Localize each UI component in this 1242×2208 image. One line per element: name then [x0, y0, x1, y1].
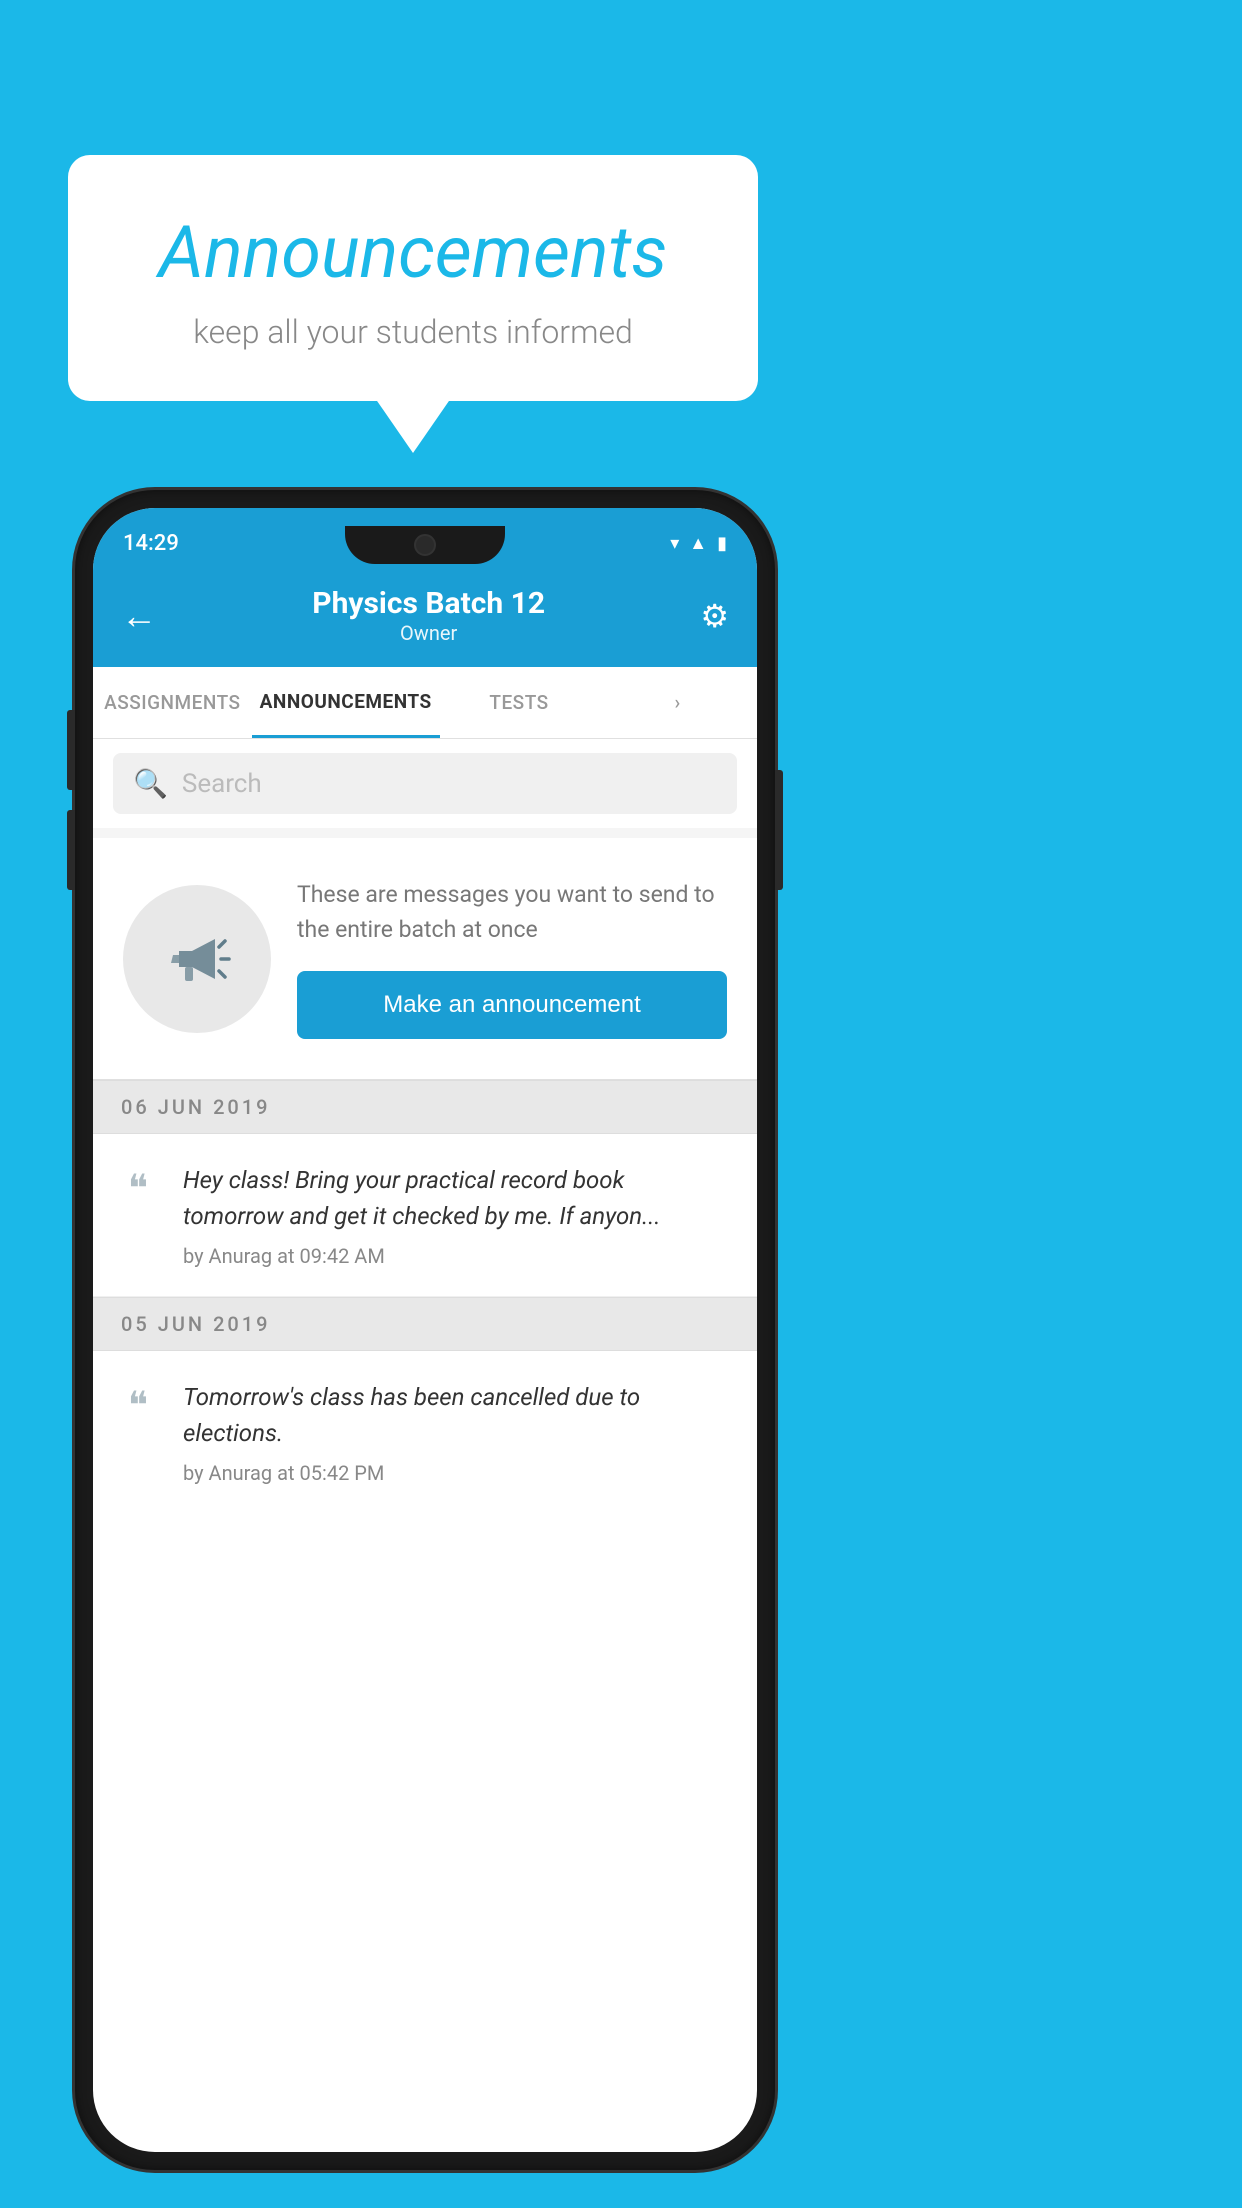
settings-icon[interactable]: ⚙ — [700, 597, 729, 635]
header-center: Physics Batch 12 Owner — [312, 586, 545, 645]
tab-bar: ASSIGNMENTS ANNOUNCEMENTS TESTS › — [93, 667, 757, 739]
tab-tests[interactable]: TESTS — [440, 667, 599, 738]
megaphone-circle — [123, 885, 271, 1033]
phone-frame: 14:29 ▾ ▲ ▮ ← Physics Batch 12 Owner ⚙ — [75, 490, 775, 2170]
date-separator-2: 05 JUN 2019 — [93, 1297, 757, 1351]
intro-description: These are messages you want to send to t… — [297, 878, 727, 947]
wifi-icon: ▾ — [670, 533, 679, 554]
volume-up-button — [67, 710, 75, 790]
phone-notch — [345, 526, 505, 564]
power-button — [775, 770, 783, 890]
intro-card: These are messages you want to send to t… — [93, 838, 757, 1080]
screen-content: 🔍 Search — [93, 739, 757, 1513]
announcement-content-1: Hey class! Bring your practical record b… — [183, 1162, 729, 1268]
phone-outer: 14:29 ▾ ▲ ▮ ← Physics Batch 12 Owner ⚙ — [75, 490, 775, 2170]
front-camera — [414, 534, 436, 556]
announcement-item-1[interactable]: ❝ Hey class! Bring your practical record… — [93, 1134, 757, 1297]
make-announcement-button[interactable]: Make an announcement — [297, 971, 727, 1039]
search-bar[interactable]: 🔍 Search — [113, 753, 737, 814]
announcement-meta-2: by Anurag at 05:42 PM — [183, 1461, 729, 1485]
search-icon: 🔍 — [133, 767, 168, 800]
status-icons: ▾ ▲ ▮ — [670, 533, 727, 554]
status-time: 14:29 — [123, 531, 179, 556]
date-separator-1: 06 JUN 2019 — [93, 1080, 757, 1134]
quote-icon-1: ❝ — [113, 1166, 163, 1211]
search-bar-container: 🔍 Search — [93, 739, 757, 828]
megaphone-icon — [157, 919, 237, 999]
announcement-content-2: Tomorrow's class has been cancelled due … — [183, 1379, 729, 1485]
phone-screen: 14:29 ▾ ▲ ▮ ← Physics Batch 12 Owner ⚙ — [93, 508, 757, 2152]
intro-text-area: These are messages you want to send to t… — [297, 878, 727, 1039]
tab-more[interactable]: › — [598, 667, 757, 738]
back-button[interactable]: ← — [121, 595, 157, 637]
signal-icon: ▲ — [689, 533, 707, 554]
volume-down-button — [67, 810, 75, 890]
bubble-title: Announcements — [108, 210, 718, 295]
bubble-subtitle: keep all your students informed — [108, 313, 718, 351]
speech-bubble-container: Announcements keep all your students inf… — [68, 155, 758, 401]
battery-icon: ▮ — [717, 533, 727, 554]
app-header: ← Physics Batch 12 Owner ⚙ — [93, 568, 757, 667]
announcement-item-2[interactable]: ❝ Tomorrow's class has been cancelled du… — [93, 1351, 757, 1513]
speech-bubble: Announcements keep all your students inf… — [68, 155, 758, 401]
quote-icon-2: ❝ — [113, 1383, 163, 1428]
tab-assignments[interactable]: ASSIGNMENTS — [93, 667, 252, 738]
search-placeholder: Search — [182, 769, 262, 799]
header-subtitle: Owner — [312, 621, 545, 645]
announcement-text-1: Hey class! Bring your practical record b… — [183, 1162, 729, 1234]
announcement-meta-1: by Anurag at 09:42 AM — [183, 1244, 729, 1268]
header-title: Physics Batch 12 — [312, 586, 545, 621]
tab-announcements[interactable]: ANNOUNCEMENTS — [252, 667, 440, 738]
announcement-text-2: Tomorrow's class has been cancelled due … — [183, 1379, 729, 1451]
